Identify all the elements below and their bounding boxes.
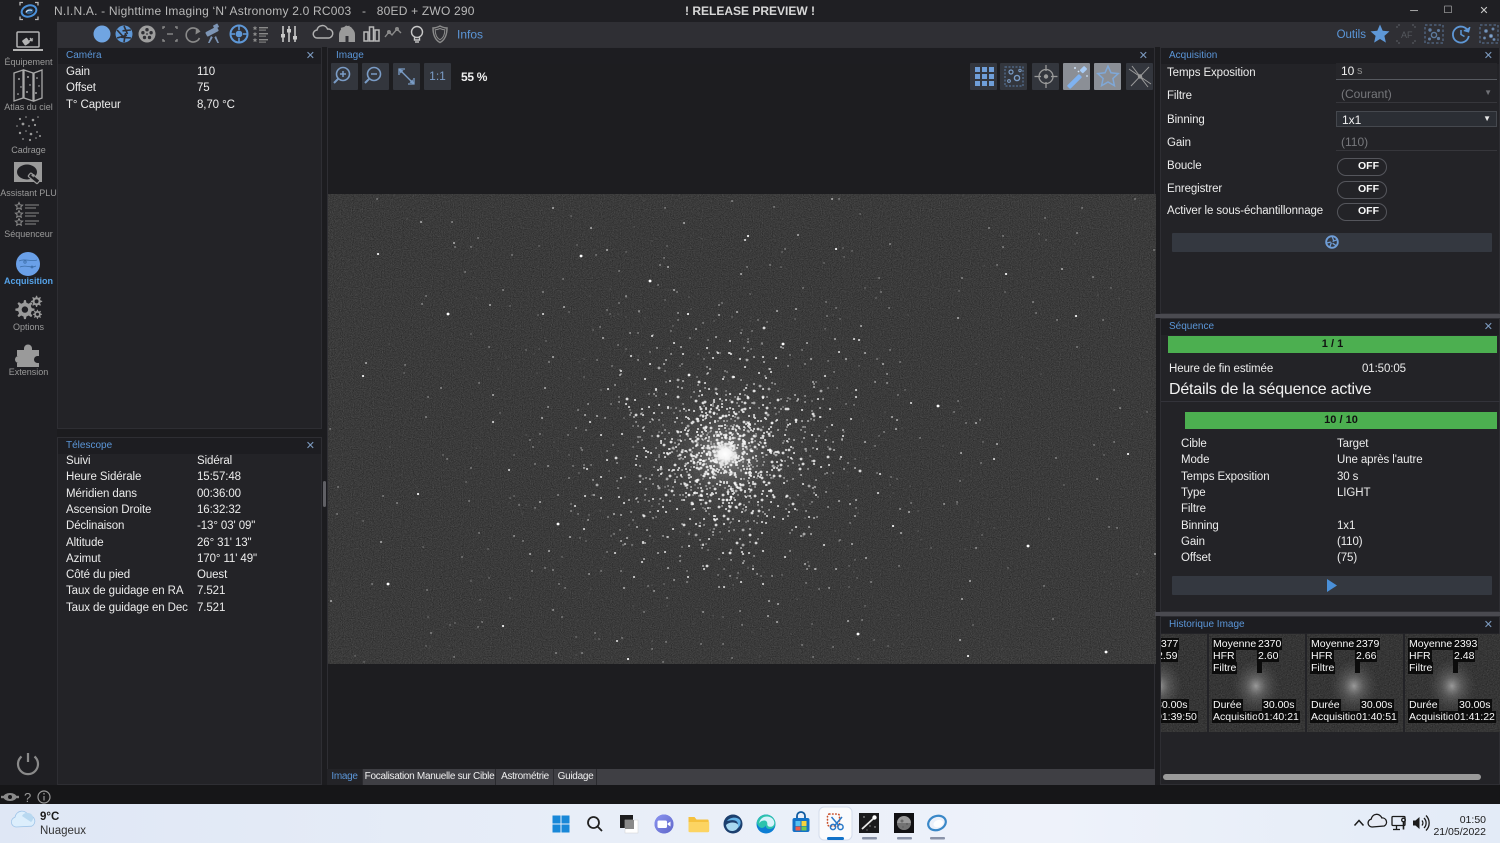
svg-text:AF: AF [1401, 30, 1413, 40]
svg-text:Outils: Outils [1337, 29, 1367, 41]
svg-text:?: ? [24, 790, 31, 804]
svg-text:9°C: 9°C [40, 811, 59, 823]
svg-text:Nuageux: Nuageux [40, 825, 86, 837]
svg-text:Infos: Infos [457, 28, 483, 42]
svg-text:21/05/2022: 21/05/2022 [1433, 826, 1486, 838]
svg-text:01:50: 01:50 [1460, 814, 1486, 826]
